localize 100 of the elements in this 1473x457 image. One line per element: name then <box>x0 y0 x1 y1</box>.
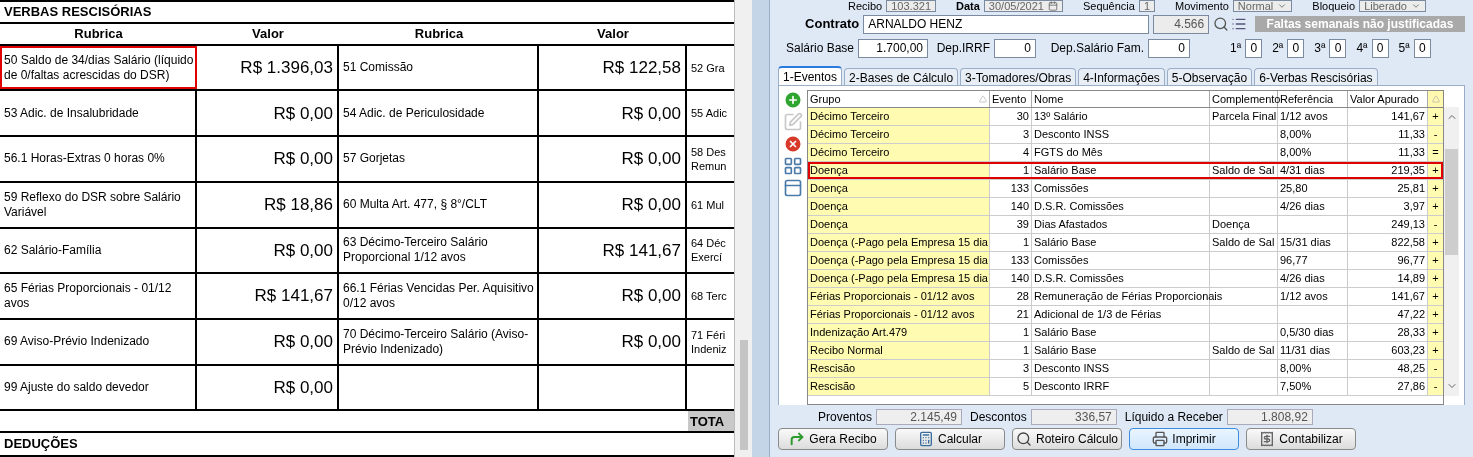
grid-cell-text: 11,33 <box>1398 127 1425 143</box>
column-header: Valor <box>252 25 284 44</box>
grid-cell-text: 140 <box>1010 271 1029 287</box>
section-title: DEDUÇÕES <box>4 435 78 454</box>
grid-cell-text: 48,25 <box>1397 361 1425 377</box>
rubric-cell: 60 Multa Art. 477, § 8°/CLT <box>343 197 487 213</box>
amount-cell-text: R$ 141,67 <box>602 239 681 262</box>
add-icon[interactable] <box>783 90 803 110</box>
grid-cell-text: 30 <box>1016 109 1029 125</box>
grid-cell-text: 4/31 dias <box>1280 163 1325 179</box>
grid-row[interactable]: Férias Proporcionais - 01/12 avos 21 Adicional de 1/3 de Férias 47,22 + <box>808 306 1443 324</box>
input-field[interactable]: 0 <box>994 38 1036 58</box>
column-header[interactable]: Complemento <box>1212 90 1281 108</box>
dropdown[interactable]: Normal <box>1232 0 1293 12</box>
scrollbar-thumb[interactable] <box>1445 148 1458 255</box>
grid-cell-text: 140 <box>1010 199 1029 215</box>
grid-cell-text: Saldo de Sal <box>1212 163 1275 179</box>
sign-cell-text: = <box>1432 145 1439 161</box>
tab[interactable]: 1-Eventos <box>778 66 843 85</box>
field-label: 2ª <box>1272 40 1284 57</box>
amount-cell-text: R$ 0,00 <box>621 148 681 171</box>
sign-cell-text: - <box>1433 217 1438 233</box>
grid-row[interactable]: Recibo Normal 1 Salário Base Saldo de Sal 11/31 dias 603,23 + <box>808 342 1443 360</box>
grid-row[interactable]: Férias Proporcionais - 01/12 avos 28 Remuneração de Férias Proporcionais 1/12 avos 141,67 + <box>808 288 1443 306</box>
input-field[interactable]: 30/05/2021 <box>983 0 1063 12</box>
rubric-cell: 99 Ajuste do saldo devedor <box>4 380 149 395</box>
grid-row[interactable]: Doença 140 D.S.R. Comissões 4/26 dias 3,97 + <box>808 198 1443 216</box>
list-icon[interactable] <box>1231 16 1247 32</box>
grid-row[interactable]: Rescisão 3 Desconto INSS 8,00% 48,25 - <box>808 360 1443 378</box>
input-field[interactable]: 1 <box>1138 0 1156 12</box>
input-field[interactable]: 0 <box>1413 38 1431 58</box>
grid-row[interactable]: Doença (-Pago pela Empresa 15 dia 1 Salário Base Saldo de Sal 15/31 dias 822,58 + <box>808 234 1443 252</box>
grid-row[interactable]: Rescisão 5 Desconto IRRF 7,50% 27,86 - <box>808 378 1443 396</box>
grid-cell-text: 141,67 <box>1391 109 1425 125</box>
search-icon[interactable] <box>1213 16 1230 32</box>
grid-cell-text: 21 <box>1016 307 1029 323</box>
amount-cell-text: R$ 0,00 <box>273 376 333 399</box>
rubric-cell: 54 Adic. de Periculosidade <box>343 105 485 121</box>
grid-icon[interactable] <box>783 156 803 176</box>
input-field[interactable]: 103.321 <box>886 0 936 12</box>
tab[interactable]: 2-Bases de Cálculo <box>844 68 959 85</box>
grid-row[interactable]: Doença (-Pago pela Empresa 15 dia 140 D.S.R. Comissões 4/26 dias 14,89 + <box>808 270 1443 288</box>
scrollbar[interactable] <box>1444 107 1459 396</box>
input-field[interactable]: 0 <box>1287 38 1305 58</box>
action-button[interactable]: Imprimir <box>1129 428 1239 450</box>
grid-cell-text: 133 <box>1010 181 1029 197</box>
grid-row[interactable]: Doença 133 Comissões 25,80 25,81 + <box>808 180 1443 198</box>
grid-row[interactable]: Doença 1 Salário Base Saldo de Sal 4/31 dias 219,35 + <box>808 162 1443 180</box>
grid-cell-text: Doença (-Pago pela Empresa 15 dia <box>810 271 988 287</box>
grid-cell-text: 249,13 <box>1391 217 1425 233</box>
input-field[interactable]: ARNALDO HENZ <box>863 14 1150 34</box>
amount-cell-text: R$ 18,86 <box>264 193 333 216</box>
grid-cell-text: 0,5/30 dias <box>1280 325 1334 341</box>
amount-cell-text: R$ 0,00 <box>621 102 681 125</box>
tab[interactable]: 6-Verbas Rescisórias <box>1254 68 1378 85</box>
dropdown[interactable]: Liberado <box>1359 0 1426 12</box>
tab[interactable]: 5-Observação <box>1166 68 1253 85</box>
input-field[interactable]: 1.700,00 <box>858 38 928 58</box>
grid-cell-text: Recibo Normal <box>810 343 883 359</box>
grid-row[interactable]: Décimo Terceiro 3 Desconto INSS 8,00% 11,33 - <box>808 126 1443 144</box>
column-header[interactable]: Valor Apurado <box>1350 90 1419 108</box>
grid-row[interactable]: Indenização Art.479 1 Salário Base 0,5/30 dias 28,33 + <box>808 324 1443 342</box>
input-field[interactable]: 0 <box>1148 38 1190 58</box>
grid-cell-text: Saldo de Sal <box>1212 235 1275 251</box>
grid-cell-text: 25,80 <box>1280 181 1308 197</box>
grid-cell-text: Remuneração de Férias Proporcionais <box>1034 289 1223 305</box>
delete-icon[interactable] <box>783 134 803 154</box>
scrollbar-thumb[interactable] <box>739 340 748 450</box>
grid-cell-text: Férias Proporcionais - 01/12 avos <box>810 307 975 323</box>
field-label: Salário Base <box>784 40 855 57</box>
column-header[interactable]: Referência <box>1280 90 1334 108</box>
grid-cell-text: 4/26 dias <box>1280 199 1325 215</box>
grid-cell-text: Desconto INSS <box>1034 361 1110 377</box>
action-button[interactable]: Contabilizar <box>1246 428 1356 450</box>
column-header[interactable]: Grupo <box>810 90 841 108</box>
grid-cell-text: 141,67 <box>1391 289 1425 305</box>
input-field[interactable]: 4.566 <box>1153 14 1210 34</box>
column-header[interactable]: Nome <box>1034 90 1064 108</box>
input-field[interactable]: 0 <box>1329 38 1347 58</box>
calendar-icon <box>1047 1 1058 11</box>
tab[interactable]: 3-Tomadores/Obras <box>960 68 1077 85</box>
input-field[interactable]: 0 <box>1371 38 1389 58</box>
grid-row[interactable]: Doença (-Pago pela Empresa 15 dia 133 Comissões 96,77 96,77 + <box>808 252 1443 270</box>
scrollbar[interactable] <box>735 0 752 457</box>
input-field[interactable]: 0 <box>1245 38 1263 58</box>
rubric-cell-text: 65 Férias Proporcionais - 01/12 avos <box>4 281 173 312</box>
grid-cell-text: 7,50% <box>1280 379 1312 395</box>
action-button[interactable]: Roteiro Cálculo <box>1012 428 1122 450</box>
grid-cell-text: Doença (-Pago pela Empresa 15 dia <box>810 253 988 269</box>
grid-cell-text: 3 <box>1022 361 1029 377</box>
rubric-cell-text: 59 Reflexo do DSR sobre Salário Variável <box>4 189 182 220</box>
grid-row[interactable]: Décimo Terceiro 30 13º Salário Parcela Final 1/12 avos 141,67 + <box>808 108 1443 126</box>
grid-row[interactable]: Décimo Terceiro 4 FGTS do Mês 8,00% 11,33 = <box>808 144 1443 162</box>
action-button[interactable]: Calcular <box>895 428 1005 450</box>
sign-cell-text: - <box>1433 379 1438 395</box>
panel-icon[interactable] <box>783 178 803 198</box>
action-button[interactable]: Gera Recibo <box>778 428 888 450</box>
grid-row[interactable]: Doença 39 Dias Afastados Doença 249,13 - <box>808 216 1443 234</box>
tab[interactable]: 4-Informações <box>1078 68 1165 85</box>
column-header[interactable]: Evento <box>992 90 1027 108</box>
